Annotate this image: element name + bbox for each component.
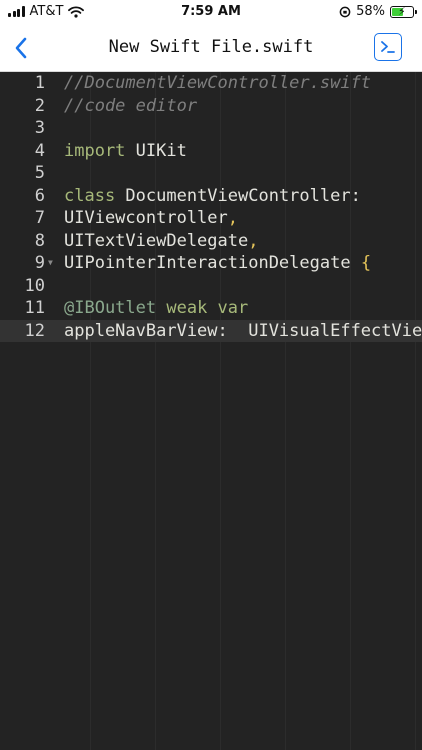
code-token-keyword: import (64, 140, 126, 161)
code-token-brace: , (248, 230, 259, 251)
code-token-plain: UIKit (125, 140, 187, 161)
code-text: //code editor (64, 95, 197, 117)
code-token-attr: @IBOutlet (64, 298, 157, 318)
code-editor[interactable]: 1 //DocumentViewController.swift 2 //code e… (0, 72, 422, 750)
code-line[interactable]: 9 ▼ UIPointerInteractionDelegate { (0, 252, 422, 274)
file-title: New Swift File.swift (108, 37, 314, 57)
code-text: import UIKit (64, 140, 187, 162)
code-line[interactable]: 1 //DocumentViewController.swift (0, 72, 422, 94)
line-number: 1 (34, 73, 45, 93)
line-number: 11 (24, 298, 45, 318)
code-text: class DocumentViewController: (64, 185, 361, 207)
code-token-comment: //code editor (64, 95, 198, 116)
code-token-plain: DocumentViewController: (115, 185, 361, 206)
code-text: @IBOutlet weak var (64, 297, 248, 319)
line-number: 4 (34, 140, 45, 161)
code-token-comment: //DocumentViewController.swift (64, 73, 372, 93)
code-line[interactable]: 4 import UIKit (0, 140, 422, 162)
code-token-keyword: class (64, 185, 116, 206)
code-token-plain: UITextViewDelegate (64, 230, 249, 251)
code-line[interactable]: 11 @IBOutlet weak var (0, 297, 422, 319)
code-text: UIViewcontroller, (64, 207, 238, 229)
run-terminal-button[interactable] (374, 33, 402, 61)
code-line[interactable]: 12 appleNavBarView: UIVisualEffectView! (0, 319, 422, 342)
code-token-plain: UIPointerInteractionDelegate (64, 253, 361, 273)
code-text: UITextViewDelegate, (64, 230, 258, 252)
line-number: 2 (34, 95, 45, 116)
line-number: 9 (34, 253, 45, 273)
code-token-plain: UIViewcontroller (64, 208, 228, 228)
code-token-keyword: weak var (156, 298, 249, 318)
code-text: appleNavBarView: UIVisualEffectView! (64, 320, 422, 342)
code-token-brace: , (227, 208, 239, 228)
status-bar: AT&T 7:59 AM 58% ⚡ (0, 0, 422, 24)
line-number: 7 (34, 208, 45, 228)
code-line[interactable]: 7 UIViewcontroller, (0, 207, 422, 229)
code-token-brace: { (360, 253, 372, 273)
code-line[interactable]: 10 (0, 275, 422, 297)
code-line[interactable]: 6 class DocumentViewController: (0, 185, 422, 207)
line-number: 12 (24, 320, 45, 341)
code-line[interactable]: 3 (0, 117, 422, 139)
status-right: 58% ⚡ (339, 4, 417, 19)
code-line[interactable]: 5 (0, 162, 422, 184)
code-line[interactable]: 8 UITextViewDelegate, (0, 230, 422, 252)
code-text: //DocumentViewController.swift (64, 72, 371, 94)
line-number: 10 (24, 275, 45, 296)
line-number: 8 (34, 230, 45, 251)
code-text: UIPointerInteractionDelegate { (64, 252, 371, 274)
line-number: 6 (34, 185, 45, 206)
code-line[interactable]: 2 //code editor (0, 95, 422, 117)
code-token-plain: appleNavBarView: UIVisualEffectView! (64, 320, 422, 341)
charging-bolt-icon: ⚡ (398, 4, 406, 18)
line-number: 3 (34, 118, 45, 138)
fold-arrow-icon[interactable]: ▼ (48, 252, 53, 274)
line-number: 5 (34, 163, 45, 183)
orientation-lock-icon (339, 6, 351, 17)
navigation-bar: New Swift File.swift (0, 24, 422, 72)
terminal-prompt-icon (381, 41, 395, 53)
battery-icon: ⚡ (390, 4, 417, 18)
battery-percent: 58% (356, 4, 385, 19)
